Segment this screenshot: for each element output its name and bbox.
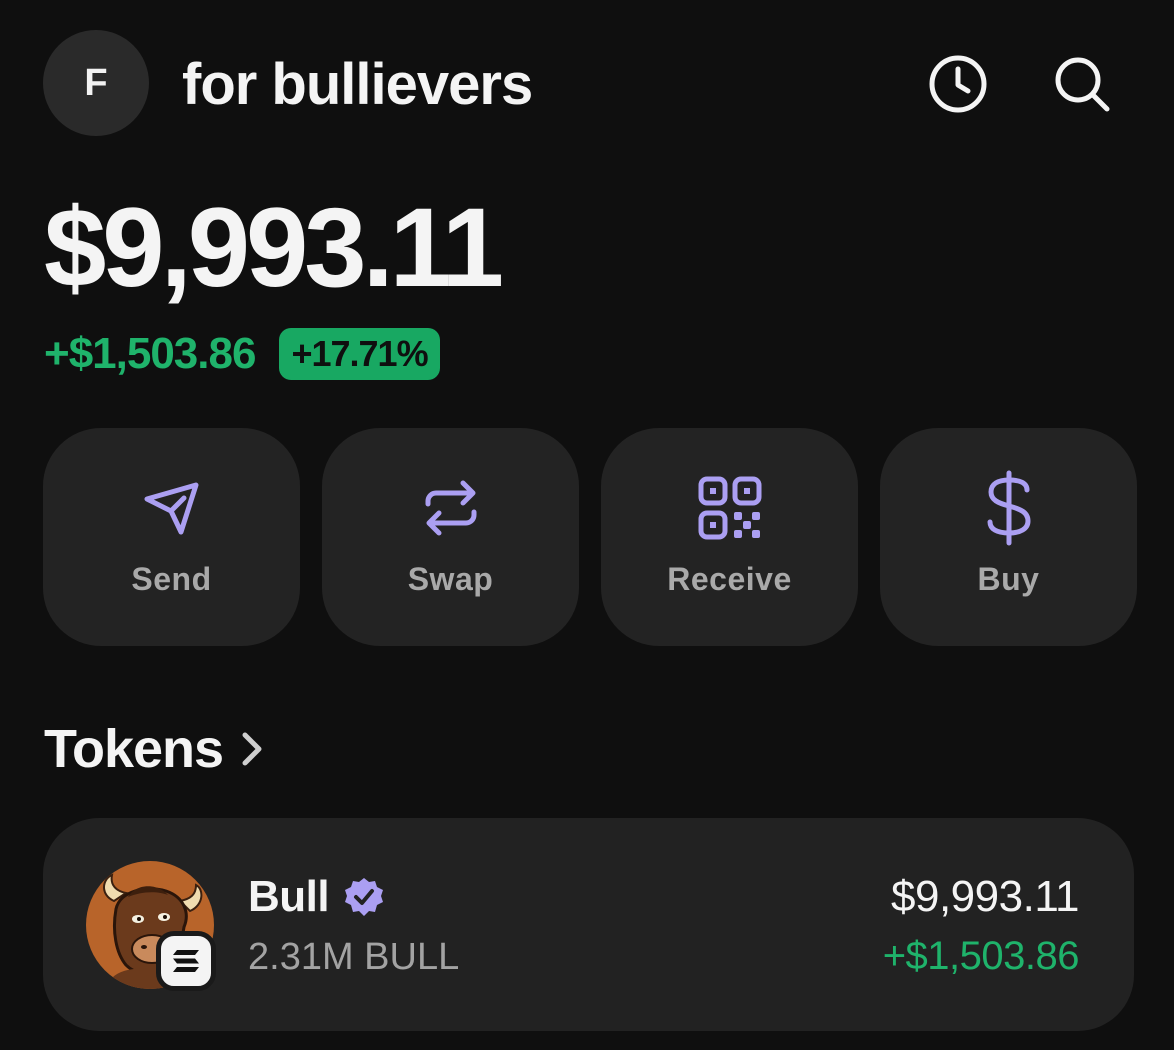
balance-change-amount: +$1,503.86: [44, 329, 256, 378]
token-value: $9,993.11: [891, 872, 1079, 921]
token-change: +$1,503.86: [882, 934, 1080, 978]
send-button[interactable]: Send: [43, 428, 300, 646]
wallet-home-screen: F for bullievers $9,993.11 +$1,503.86 +1…: [0, 0, 1174, 1050]
search-icon[interactable]: [1051, 53, 1113, 115]
account-name[interactable]: for bullievers: [182, 52, 533, 118]
total-balance: $9,993.11: [44, 185, 504, 310]
buy-button[interactable]: Buy: [880, 428, 1137, 646]
tokens-section-header[interactable]: Tokens: [44, 718, 267, 780]
clock-icon[interactable]: [927, 53, 989, 115]
send-label: Send: [131, 561, 212, 597]
buy-label: Buy: [977, 561, 1040, 597]
token-name: Bull: [248, 872, 330, 921]
dollar-icon: [976, 470, 1042, 546]
send-icon: [139, 475, 205, 541]
token-name-row: Bull: [248, 872, 385, 922]
receive-button[interactable]: Receive: [601, 428, 858, 646]
swap-button[interactable]: Swap: [322, 428, 579, 646]
balance-change-percent-badge: +17.71%: [279, 328, 440, 380]
tokens-title: Tokens: [44, 719, 224, 779]
action-buttons: Send Swap Receive Buy: [43, 428, 1137, 646]
qr-code-icon: [697, 475, 763, 541]
chevron-right-icon: [239, 729, 267, 769]
balance-change-row: +$1,503.86 +17.71%: [44, 328, 440, 380]
swap-label: Swap: [407, 561, 494, 597]
verified-badge-icon: [343, 876, 385, 918]
receive-label: Receive: [667, 561, 792, 597]
solana-chain-icon: [156, 931, 216, 991]
token-quantity: 2.31M BULL: [248, 936, 460, 978]
account-avatar[interactable]: F: [43, 30, 149, 136]
swap-icon: [418, 475, 484, 541]
token-row-bull[interactable]: Bull 2.31M BULL $9,993.11 +$1,503.86: [43, 818, 1134, 1031]
